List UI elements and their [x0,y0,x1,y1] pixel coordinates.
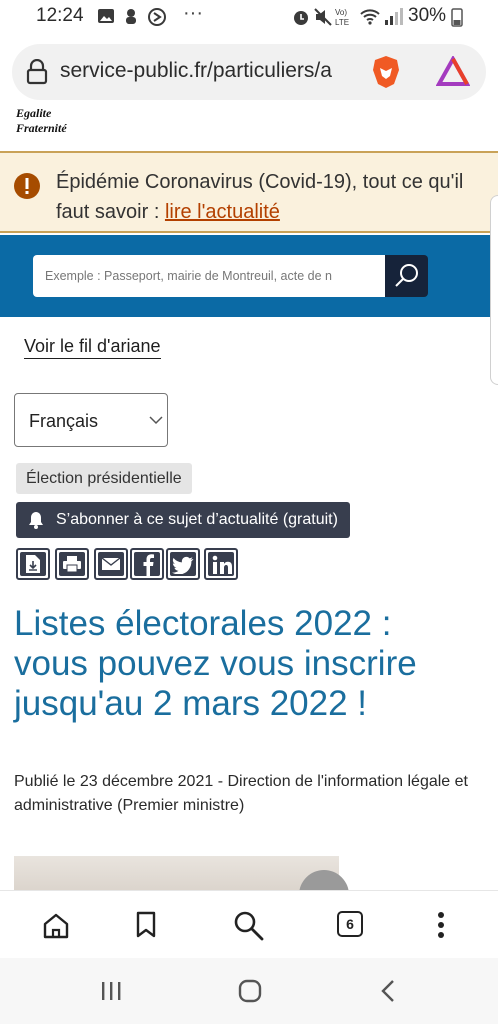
mute-icon [314,8,332,26]
gallery-icon [98,9,114,23]
brave-rewards-icon[interactable] [436,56,470,88]
data-saver-icon [148,8,166,26]
bookmark-icon[interactable] [135,911,157,939]
topic-tag[interactable]: Élection présidentielle [16,463,192,494]
wifi-icon [360,9,380,25]
svg-text:LTE: LTE [335,18,349,27]
address-bar[interactable]: service-public.fr/particuliers/a [12,44,486,100]
svg-text:Vo): Vo) [335,8,347,17]
volte-icon: Vo)LTE [335,8,349,27]
logo-motto-line1: Egalite [16,106,52,120]
language-selected: Français [29,411,99,431]
print-icon [63,556,81,573]
home-button-icon[interactable] [238,979,262,1003]
search-icon[interactable] [233,910,265,942]
mail-icon [101,557,121,570]
pdf-download-icon [26,555,40,573]
battery-icon [451,8,463,27]
menu-icon[interactable] [436,911,446,939]
home-icon[interactable] [42,912,70,940]
subscribe-button[interactable]: S’abonner à ce sujet d’actualité (gratui… [16,502,350,538]
tab-count-button[interactable]: 6 [337,911,363,937]
breadcrumb-toggle[interactable]: Voir le fil d'ariane [24,336,161,359]
browser-toolbar: 6 [0,890,498,959]
twitter-share-button[interactable] [166,548,200,580]
url-text[interactable]: service-public.fr/particuliers/a [60,59,360,83]
chevron-down-icon [149,416,163,425]
alert-link[interactable]: lire l'actualité [165,201,280,223]
status-bar: 12:24 ··· Vo) LTE 30% [0,0,498,34]
twitter-icon [172,556,194,574]
app-notification-icon [126,9,136,24]
email-share-button[interactable] [94,548,128,580]
covid-alert-banner: Épidémie Coronavirus (Covid-19), tout ce… [0,151,498,233]
download-pdf-button[interactable] [16,548,50,580]
linkedin-icon [212,555,232,574]
facebook-icon [143,554,154,576]
print-button[interactable] [55,548,89,580]
more-notifications-icon: ··· [183,2,203,24]
article-title: Listes électorales 2022 : vous pouvez vo… [14,604,417,723]
brave-shields-icon[interactable] [370,54,402,90]
search-box [33,255,385,297]
search-button[interactable] [385,255,428,297]
lock-icon [26,59,48,85]
alarm-icon [294,11,308,25]
warning-icon [14,173,40,199]
alert-text: Épidémie Coronavirus (Covid-19), tout ce… [56,167,486,227]
search-banner [0,235,498,317]
recent-apps-icon[interactable] [100,980,122,1002]
battery-percent: 30% [408,5,447,26]
status-time: 12:24 [36,5,84,26]
bell-icon [29,512,43,529]
system-nav-bar [0,958,498,1024]
scroll-handle[interactable] [490,195,498,385]
language-select[interactable]: Français [14,393,168,447]
logo-motto-line2: Fraternité [16,121,67,135]
back-icon[interactable] [380,979,396,1003]
subscribe-label: S’abonner à ce sujet d’actualité (gratui… [56,511,338,528]
publication-info: Publié le 23 décembre 2021 - Direction d… [14,773,468,814]
signal-icon [385,8,403,25]
facebook-share-button[interactable] [130,548,164,580]
search-input[interactable] [33,255,369,297]
search-icon [395,264,418,287]
linkedin-share-button[interactable] [204,548,238,580]
